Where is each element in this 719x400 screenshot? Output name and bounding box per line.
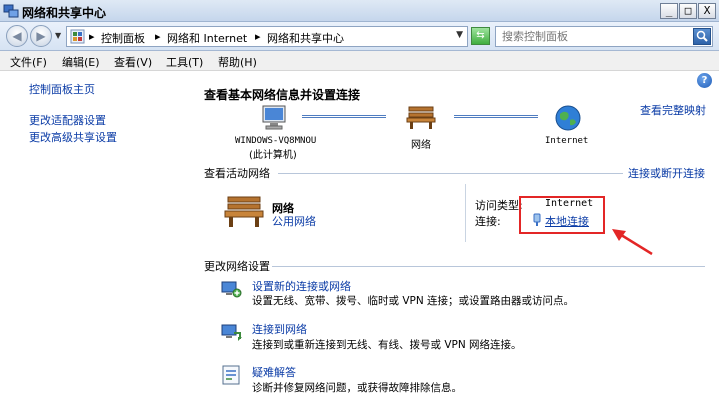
refresh-button[interactable]: ⇆: [471, 27, 490, 45]
menu-tools[interactable]: 工具(T): [166, 54, 203, 70]
search-icon[interactable]: [693, 28, 711, 45]
new-connection-icon: [221, 281, 242, 298]
troubleshoot-link[interactable]: 疑难解答: [252, 364, 296, 380]
window-title: 网络和共享中心: [22, 6, 107, 20]
menu-view[interactable]: 查看(V): [114, 54, 152, 70]
setup-new-connection-desc: 设置无线、宽带、拨号、临时或 VPN 连接；或设置路由器或访问点。: [252, 295, 575, 307]
red-arrow-annotation: [612, 229, 653, 256]
control-panel-home-link[interactable]: 控制面板主页: [29, 81, 95, 97]
breadcrumb-network-sharing-center[interactable]: 网络和共享中心: [267, 30, 344, 46]
highlight-box: [519, 196, 605, 234]
address-box[interactable]: ▸ 控制面板 ▸ 网络和 Internet ▸ 网络和共享中心 ▼: [66, 26, 468, 47]
section-divider: [272, 266, 705, 267]
internet-globe-icon[interactable]: [554, 104, 582, 132]
search-input[interactable]: [502, 29, 688, 44]
section-divider: [278, 173, 623, 174]
breadcrumb-network-internet[interactable]: 网络和 Internet: [167, 30, 247, 46]
menu-bar: 文件(F) 编辑(E) 查看(V) 工具(T) 帮助(H): [0, 51, 719, 71]
breadcrumb-control-panel[interactable]: 控制面板: [101, 30, 145, 46]
network-bench-icon[interactable]: [406, 104, 436, 130]
map-link-line: [454, 115, 538, 118]
connect-to-network-icon: [221, 324, 242, 341]
back-button[interactable]: ◀: [6, 25, 28, 47]
task-pane: 控制面板主页 更改适配器设置 更改高级共享设置: [0, 72, 192, 400]
network-map-label: 网络: [411, 140, 431, 151]
access-type-label: 访问类型:: [475, 199, 523, 212]
breadcrumb-separator: ▸: [255, 30, 261, 43]
connection-label: 连接:: [475, 215, 501, 228]
computer-name-label: WINDOWS-VQ8MNOU: [235, 136, 317, 146]
breadcrumb-separator: ▸: [155, 30, 161, 43]
menu-edit[interactable]: 编辑(E): [62, 54, 100, 70]
menu-help[interactable]: 帮助(H): [218, 54, 257, 70]
internet-map-label: Internet: [545, 136, 589, 146]
connect-to-network-link[interactable]: 连接到网络: [252, 321, 307, 337]
minimize-button[interactable]: _: [660, 3, 678, 19]
recent-pages-dropdown-icon[interactable]: ▼: [55, 31, 61, 40]
view-full-map-link[interactable]: 查看完整映射: [640, 102, 706, 118]
troubleshoot-icon: [222, 365, 240, 385]
control-panel-icon: [70, 29, 85, 44]
setup-new-connection-link[interactable]: 设置新的连接或网络: [252, 278, 351, 294]
change-advanced-sharing-link[interactable]: 更改高级共享设置: [29, 129, 117, 145]
main-content: ? 查看基本网络信息并设置连接 查看完整映射 WINDOWS-VQ8MNOU (…: [192, 72, 719, 400]
active-network-bench-icon: [224, 196, 264, 227]
active-networks-title: 查看活动网络: [204, 167, 270, 180]
page-heading: 查看基本网络信息并设置连接: [204, 88, 361, 102]
window-controls: _ □ X: [660, 3, 716, 19]
vertical-divider: [465, 184, 466, 242]
network-type-link[interactable]: 公用网络: [272, 213, 316, 229]
address-toolbar: ◀ ▶ ▼ ▸ 控制面板 ▸ 网络和 Internet ▸ 网络和共享中心 ▼ …: [0, 22, 719, 51]
network-center-icon: [3, 4, 19, 18]
computer-sub-label: (此计算机): [249, 150, 297, 161]
address-dropdown-icon[interactable]: ▼: [456, 30, 463, 40]
change-settings-title: 更改网络设置: [204, 260, 270, 273]
connect-disconnect-link[interactable]: 连接或断开连接: [628, 165, 705, 181]
change-adapter-settings-link[interactable]: 更改适配器设置: [29, 112, 106, 128]
connect-to-network-desc: 连接到或重新连接到无线、有线、拨号或 VPN 网络连接。: [252, 339, 522, 351]
troubleshoot-desc: 诊断并修复网络问题，或获得故障排除信息。: [252, 382, 462, 394]
menu-file[interactable]: 文件(F): [10, 54, 47, 70]
breadcrumb-separator: ▸: [89, 30, 95, 43]
title-bar: 网络和共享中心 _ □ X: [0, 0, 719, 22]
close-button[interactable]: X: [698, 3, 716, 19]
map-link-line: [302, 115, 386, 118]
forward-button[interactable]: ▶: [30, 25, 52, 47]
maximize-button[interactable]: □: [679, 3, 697, 19]
computer-icon: [262, 105, 286, 130]
help-icon[interactable]: ?: [697, 73, 712, 88]
search-box[interactable]: [495, 26, 713, 47]
